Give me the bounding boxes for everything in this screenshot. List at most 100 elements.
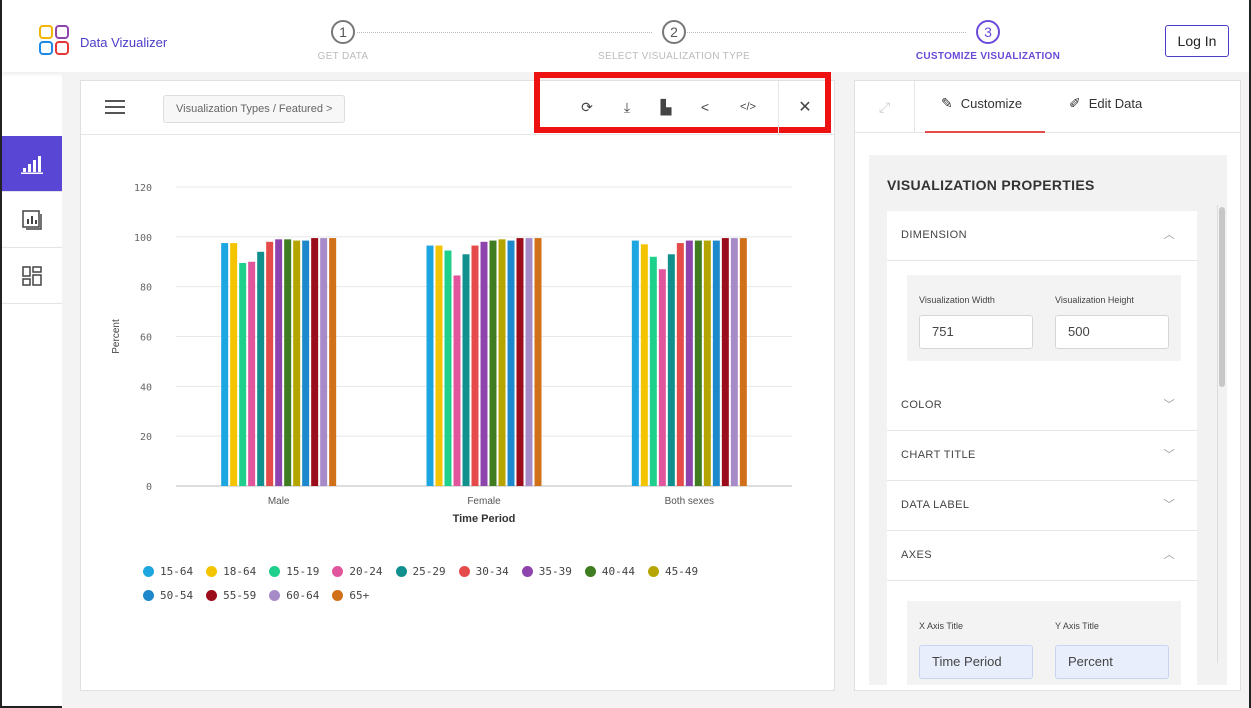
bar [257, 251, 265, 486]
bar [685, 240, 693, 486]
refresh-icon[interactable]: ⟳ [577, 97, 597, 117]
legend-swatch [269, 565, 281, 577]
section-axes: AXES ︿ X Axis Title Y Axis Title Time Pe… [887, 531, 1197, 685]
bar [631, 240, 639, 486]
y-tick-label: 20 [140, 432, 152, 443]
step-number: 3 [976, 20, 1000, 44]
bar [534, 238, 542, 486]
legend-label: 18-64 [223, 564, 257, 578]
expand-icon[interactable]: ⤢ [855, 81, 915, 133]
scrollbar-thumb[interactable] [1219, 207, 1225, 387]
legend-swatch [332, 589, 344, 601]
pencil-icon: ✎ [941, 95, 953, 111]
y-tick-label: 120 [134, 183, 152, 194]
chevron-up-icon: ︿ [1163, 229, 1175, 241]
step-get-data[interactable]: 1 GET DATA [303, 20, 383, 62]
breadcrumb[interactable]: Visualization Types / Featured > [163, 95, 346, 123]
chevron-up-icon: ︿ [1163, 549, 1175, 561]
bar [302, 240, 310, 486]
section-label: CHART TITLE [901, 449, 976, 461]
step-label: CUSTOMIZE VISUALIZATION [915, 51, 1061, 62]
panel-tabs: ⤢ ✎ Customize ✐ Edit Data [855, 81, 1240, 133]
bar [721, 238, 729, 486]
chevron-down-icon: ﹀ [1163, 399, 1175, 411]
legend-item[interactable]: 55-59 [206, 583, 256, 607]
bar [462, 254, 470, 486]
sidebar-item-dashboard[interactable] [2, 248, 62, 304]
sidebar-item-report[interactable] [2, 192, 62, 248]
legend-swatch [332, 565, 344, 577]
legend-item[interactable]: 50-54 [143, 583, 193, 607]
legend-item[interactable]: 35-39 [521, 559, 572, 583]
step-label: GET DATA [317, 51, 369, 62]
step-customize-visualization[interactable]: 3 CUSTOMIZE VISUALIZATION [898, 20, 1078, 62]
legend-item[interactable]: 15-64 [143, 559, 193, 583]
y-axis-title-input[interactable]: Percent [1055, 645, 1169, 679]
share-icon[interactable]: < [695, 97, 715, 117]
legend-item[interactable]: 45-49 [648, 559, 698, 583]
sidebar-item-chart[interactable] [2, 136, 62, 192]
edit-icon: ✐ [1069, 95, 1081, 111]
legend-item[interactable]: 65+ [332, 583, 369, 607]
app-logo-icon [39, 25, 69, 55]
axes-header[interactable]: AXES ︿ [887, 531, 1197, 581]
bar [444, 250, 452, 486]
legend-item[interactable]: 60-64 [269, 583, 319, 607]
legend-item[interactable]: 15-19 [269, 559, 319, 583]
bar [498, 239, 506, 486]
tab-label: Customize [960, 96, 1023, 111]
bar [248, 261, 256, 486]
data-label-header[interactable]: DATA LABEL ﹀ [887, 481, 1197, 531]
bar [266, 241, 274, 486]
close-icon[interactable]: ✕ [795, 98, 815, 118]
bar [284, 239, 292, 486]
dimension-fields: Visualization Width Visualization Height… [907, 275, 1181, 361]
section-color: COLOR ﹀ [887, 381, 1197, 431]
legend-swatch [269, 589, 281, 601]
report-icon [22, 209, 42, 230]
embed-code-icon[interactable]: </> [734, 97, 762, 117]
bar [480, 241, 488, 486]
step-select-visualization-type[interactable]: 2 SELECT VISUALIZATION TYPE [584, 20, 764, 62]
properties-scrollbar[interactable] [1217, 205, 1225, 663]
top-navigation-bar: Data Vizualizer 1 GET DATA 2 SELECT VISU… [2, 0, 1249, 72]
bar [507, 240, 515, 486]
legend-item[interactable]: 25-29 [395, 559, 446, 583]
bar [694, 240, 702, 486]
step-number: 1 [331, 20, 355, 44]
chevron-down-icon: ﹀ [1163, 449, 1175, 461]
legend-swatch [458, 565, 470, 577]
menu-icon[interactable] [105, 100, 125, 114]
legend-item[interactable]: 40-44 [584, 559, 635, 583]
color-header[interactable]: COLOR ﹀ [887, 381, 1197, 431]
log-in-button[interactable]: Log In [1165, 25, 1229, 57]
save-icon[interactable]: ▙ [656, 97, 676, 117]
bar [239, 262, 247, 486]
legend-label: 15-64 [160, 564, 194, 578]
legend-item[interactable]: 20-24 [332, 559, 383, 583]
width-input[interactable]: 751 [919, 315, 1033, 349]
bar [516, 238, 524, 486]
axes-fields: X Axis Title Y Axis Title Time Period Pe… [907, 601, 1181, 685]
bar [435, 245, 443, 486]
x-axis-title-input[interactable]: Time Period [919, 645, 1033, 679]
section-label: DATA LABEL [901, 499, 970, 511]
legend-swatch [648, 565, 659, 577]
legend-item[interactable]: 30-34 [458, 559, 509, 583]
chart-toolbar: Visualization Types / Featured > ⟳ ⤓ ▙ <… [81, 72, 834, 135]
download-icon[interactable]: ⤓ [617, 97, 637, 117]
tab-edit-data[interactable]: ✐ Edit Data [1069, 81, 1169, 133]
bar [471, 245, 479, 486]
legend-label: 40-44 [601, 564, 635, 578]
brand-name: Data Vizualizer [80, 35, 168, 50]
chart-title-header[interactable]: CHART TITLE ﹀ [887, 431, 1197, 481]
legend-item[interactable]: 18-64 [206, 559, 256, 583]
width-label: Visualization Width [919, 295, 995, 305]
bar [293, 240, 301, 486]
dimension-header[interactable]: DIMENSION ︿ [887, 211, 1197, 261]
tab-customize[interactable]: ✎ Customize [925, 81, 1045, 133]
y-tick-label: 60 [140, 333, 152, 344]
height-input[interactable]: 500 [1055, 315, 1169, 349]
bar [275, 239, 283, 486]
bar [329, 238, 337, 486]
